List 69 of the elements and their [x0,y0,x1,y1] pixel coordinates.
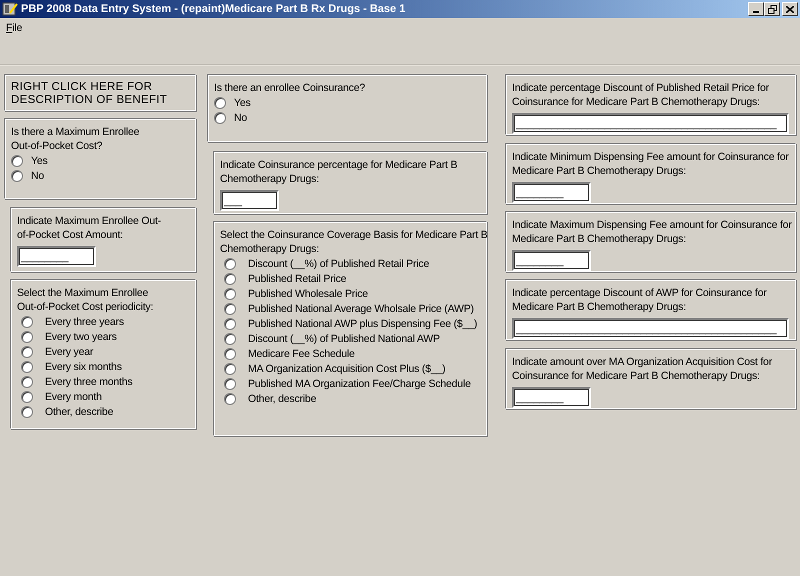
radio-button[interactable] [11,154,23,166]
radio-option[interactable]: MA Organization Acquisition Cost Plus ($__) [224,361,480,376]
radio-option[interactable]: Every month [21,389,189,404]
question-label: Select the Maximum Enrollee Out-of-Pocket Cost periodicity: [17,286,154,314]
radio-option[interactable]: Discount (__%) of Published National AWP [224,331,480,346]
radio-button[interactable] [21,376,33,388]
menu-item[interactable]: File [4,21,24,35]
question-label: Indicate Coinsurance percentage for Medicare Part B Chemotherapy Drugs: [220,158,458,186]
question-label: Indicate amount over MA Organization Acquisition Cost for Coinsurance for Medicare Part B Chemotherapy Drugs: [512,355,773,383]
input-field[interactable]: ________ [512,182,591,203]
question-label: Select the Coinsurance Coverage Basis for Medicare Part B Chemotherapy Drugs: [220,228,489,256]
question-label: Indicate Maximum Dispensing Fee amount for Coinsurance for Medicare Part B Chemotherapy Drugs: [512,218,793,246]
input-field[interactable]: ____________________________________________ [512,318,789,339]
restore-icon [768,4,776,14]
restore-button[interactable] [764,2,780,16]
radio-option[interactable]: Other, describe [224,391,480,406]
radio-option[interactable]: Every three months [21,374,189,389]
radio-button[interactable] [224,392,236,404]
minimize-button[interactable] [748,2,764,16]
close-icon [786,6,794,12]
radio-button[interactable] [214,96,226,108]
radio-option[interactable]: Yes [11,153,189,168]
radio-option[interactable]: Published Wholesale Price [224,286,480,301]
radio-button[interactable] [21,330,33,342]
input-field[interactable]: ________ [512,387,591,408]
question-label: Indicate Maximum Enrollee Out-of-Pocket Cost Amount: [17,214,162,242]
radio-option[interactable]: Discount (__%) of Published Retail Price [224,256,480,271]
radio-button[interactable] [224,362,236,374]
radio-button[interactable] [21,360,33,372]
question-label: Indicate percentage Discount of Published Retail Price for Coinsurance for Medicare Part B Chemotherapy Drugs: [512,81,770,109]
question-label: Indicate Minimum Dispensing Fee amount for Coinsurance for Medicare Part B Chemotherapy Drugs: [512,150,790,178]
radio-option[interactable]: Every six months [21,359,189,374]
radio-button[interactable] [21,316,33,328]
radio-option[interactable]: No [11,168,189,183]
radio-option[interactable]: Published National AWP plus Dispensing Fee ($__) [224,316,480,331]
radio-button[interactable] [224,272,236,284]
radio-button[interactable] [11,170,23,182]
radio-button[interactable] [224,348,236,360]
radio-button[interactable] [21,346,33,358]
radio-button[interactable] [224,378,236,390]
radio-button[interactable] [224,332,236,344]
close-button[interactable] [782,2,798,16]
question-label: Indicate percentage Discount of AWP for Coinsurance for Medicare Part B Chemotherapy Drugs: [512,286,768,314]
input-field[interactable]: ________ [512,250,591,271]
input-field[interactable]: ____________________________________________ [512,113,789,134]
radio-option[interactable]: Every two years [21,329,189,344]
radio-button[interactable] [224,302,236,314]
radio-option[interactable]: Other, describe [21,404,189,419]
radio-option[interactable]: No [214,110,480,125]
radio-button[interactable] [224,318,236,330]
radio-button[interactable] [214,112,226,124]
radio-option[interactable]: Yes [214,95,480,110]
radio-option[interactable]: Every year [21,344,189,359]
radio-button[interactable] [21,406,33,418]
radio-button[interactable] [21,390,33,402]
input-field[interactable]: ___ [220,190,279,211]
radio-button[interactable] [224,288,236,300]
benefit-description-hint[interactable]: RIGHT CLICK HERE FOR DESCRIPTION OF BENEFIT [11,81,181,107]
input-field[interactable]: ________ [17,246,96,267]
question-label: Is there an enrollee Coinsurance? [214,81,366,95]
radio-option[interactable]: Medicare Fee Schedule [224,346,480,361]
window-title: PBP 2008 Data Entry System - (repaint)Medicare Part B Rx Drugs - Base 1 [21,2,406,16]
radio-option[interactable]: Every three years [21,314,189,329]
question-label: Is there a Maximum Enrollee Out-of-Pocket Cost? [11,125,140,153]
radio-option[interactable]: Published National Average Wholsale Price (AWP) [224,301,480,316]
radio-button[interactable] [224,258,236,270]
radio-option[interactable]: Published Retail Price [224,271,480,286]
app-icon [2,1,18,17]
radio-option[interactable]: Published MA Organization Fee/Charge Schedule [224,376,480,391]
